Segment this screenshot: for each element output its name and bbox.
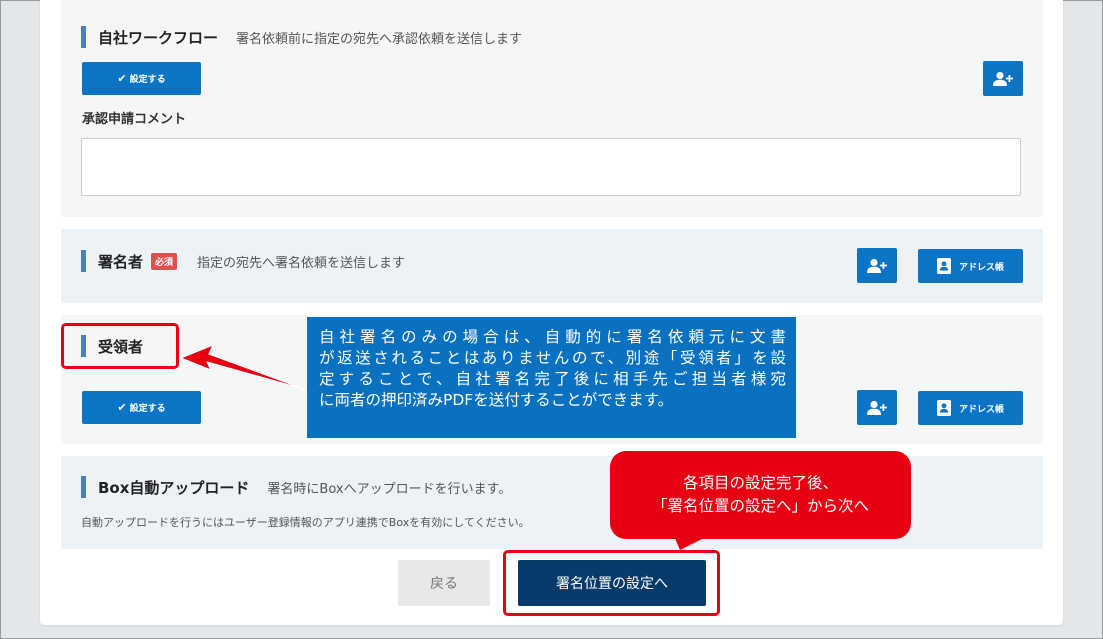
callout-line: が返送されることはありませんので、別途「受領者」を設	[319, 349, 786, 367]
receiver-set-button[interactable]: ✔ 設定する	[82, 391, 201, 424]
required-badge: 必須	[151, 252, 178, 270]
back-button[interactable]: 戻る	[398, 560, 490, 606]
receiver-address-book-label: アドレス帳	[958, 404, 1004, 415]
box-upload-note: 自動アップロードを行うにはユーザー登録情報のアプリ連携でBoxを有効にしてくださ…	[81, 516, 530, 529]
signer-add-user-button[interactable]	[857, 248, 897, 283]
receiver-info-callout: 自社署名のみの場合は、自動的に署名依頼元に文書 が返送されることはありませんので…	[307, 317, 796, 438]
box-upload-title: Box自動アップロード	[98, 478, 250, 497]
workflow-add-user-button[interactable]	[983, 61, 1023, 96]
callout-line: に両者の押印済みPDFを送付することができます。	[319, 391, 674, 409]
check-icon: ✔	[117, 72, 127, 85]
address-book-icon	[936, 400, 951, 416]
callout-line: 各項目の設定完了後、	[682, 474, 838, 492]
comment-input[interactable]	[81, 138, 1021, 196]
callout-line: 定することで、自社署名完了後に相手先ご担当者様宛	[319, 370, 786, 388]
box-upload-description: 署名時にBoxへアップロードを行います。	[267, 481, 512, 497]
signer-description: 指定の宛先へ署名依頼を送信します	[197, 255, 406, 271]
workflow-set-button[interactable]: ✔ 設定する	[82, 62, 201, 95]
receiver-address-book-button[interactable]: アドレス帳	[918, 391, 1023, 425]
section-bar	[81, 476, 86, 498]
add-user-icon	[867, 400, 887, 415]
signer-address-book-button[interactable]: アドレス帳	[918, 249, 1023, 283]
next-step-callout: 各項目の設定完了後、 「署名位置の設定へ」から次へ	[610, 451, 911, 539]
address-book-icon	[936, 258, 951, 274]
workflow-header: 自社ワークフロー 署名依頼前に指定の宛先へ承認依頼を送信します	[81, 26, 522, 48]
receiver-highlight	[61, 323, 179, 369]
box-upload-header: Box自動アップロード 署名時にBoxへアップロードを行います。	[81, 476, 511, 498]
add-user-icon	[867, 258, 887, 273]
receiver-add-user-button[interactable]	[857, 390, 897, 425]
signer-header: 署名者 必須 指定の宛先へ署名依頼を送信します	[81, 250, 405, 272]
section-bar	[81, 250, 86, 272]
signer-title: 署名者	[98, 252, 144, 271]
annotation-arrow-icon	[180, 344, 308, 391]
workflow-set-label: 設定する	[129, 75, 166, 85]
receiver-set-label: 設定する	[129, 404, 166, 414]
workflow-description: 署名依頼前に指定の宛先へ承認依頼を送信します	[236, 31, 523, 47]
callout-line: 「署名位置の設定へ」から次へ	[651, 497, 869, 515]
next-button-highlight	[503, 550, 720, 616]
workflow-title: 自社ワークフロー	[98, 28, 219, 47]
add-user-icon	[993, 71, 1013, 86]
callout-line: 自社署名のみの場合は、自動的に署名依頼元に文書	[319, 328, 786, 346]
signer-address-book-label: アドレス帳	[958, 262, 1004, 273]
section-bar	[81, 26, 86, 48]
check-icon: ✔	[117, 401, 127, 414]
comment-label: 承認申請コメント	[82, 112, 187, 127]
